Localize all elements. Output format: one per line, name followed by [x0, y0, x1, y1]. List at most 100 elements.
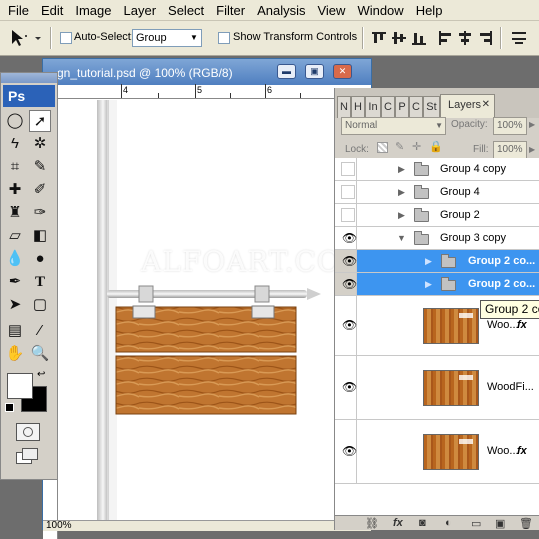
adjustment-layer-icon[interactable]: ◐ — [445, 517, 452, 529]
minimize-button[interactable]: ▬ — [277, 64, 296, 79]
tab-character[interactable]: C — [409, 96, 423, 118]
maximize-button[interactable]: ▣ — [305, 64, 324, 79]
chevron-right-icon[interactable]: ▶ — [529, 120, 535, 129]
chevron-down-icon[interactable]: ▼ — [397, 233, 406, 243]
slice-tool-icon[interactable]: ✎ — [29, 156, 51, 178]
tab-navigator[interactable]: N — [337, 96, 351, 118]
menu-select[interactable]: Select — [162, 0, 210, 21]
opacity-input[interactable]: 100% — [493, 117, 527, 135]
align-hcenter-icon[interactable] — [458, 31, 472, 45]
menu-file[interactable]: File — [2, 0, 35, 21]
lock-transparent-icon[interactable] — [377, 142, 388, 153]
fill-input[interactable]: 100% — [493, 141, 527, 159]
screen-mode-icon[interactable] — [16, 448, 40, 466]
shape-tool-icon[interactable]: ▢ — [29, 294, 51, 316]
align-right-icon[interactable] — [478, 31, 492, 45]
tab-info[interactable]: In — [365, 96, 381, 118]
align-bottom-icon[interactable] — [412, 31, 426, 45]
zoom-tool-icon[interactable]: 🔍 — [29, 343, 51, 365]
new-group-icon[interactable]: ▭ — [471, 517, 481, 530]
eye-icon[interactable]: 👁 — [342, 380, 357, 394]
menu-layer[interactable]: Layer — [118, 0, 163, 21]
align-left-icon[interactable] — [438, 31, 452, 45]
gradient-tool-icon[interactable]: ◧ — [29, 225, 51, 247]
quick-mask-icon[interactable] — [16, 423, 40, 441]
layer-row-selected[interactable]: 👁 ▶ Group 2 co... — [335, 273, 539, 296]
brush-tool-icon[interactable]: ✐ — [29, 179, 51, 201]
chevron-right-icon[interactable]: ▶ — [398, 210, 405, 221]
eyedropper-tool-icon[interactable]: ⁄ — [29, 320, 51, 342]
healing-brush-tool-icon[interactable]: ✚ — [4, 179, 26, 201]
layer-effects-fx-icon[interactable]: fx — [517, 319, 527, 331]
layer-row[interactable]: ▶ Group 4 — [335, 181, 539, 204]
layer-row[interactable]: 👁 ▼ Group 3 copy — [335, 227, 539, 250]
lock-pixels-icon[interactable]: ✎ — [395, 140, 404, 153]
menu-analysis[interactable]: Analysis — [251, 0, 311, 21]
add-style-fx-icon[interactable]: fx — [393, 517, 403, 529]
blur-tool-icon[interactable]: 💧 — [4, 248, 26, 270]
hand-tool-icon[interactable]: ✋ — [4, 343, 26, 365]
align-vcenter-icon[interactable] — [392, 31, 406, 45]
distribute-top-icon[interactable] — [512, 31, 526, 45]
foreground-color-swatch[interactable] — [7, 373, 33, 399]
layer-row-selected[interactable]: 👁 ▶ Group 2 co... — [335, 250, 539, 273]
menu-image[interactable]: Image — [69, 0, 117, 21]
layer-effects-fx-icon[interactable]: fx — [517, 445, 527, 457]
menu-edit[interactable]: Edit — [35, 0, 69, 21]
eye-icon[interactable]: 👁 — [342, 318, 357, 332]
tab-color[interactable]: C — [381, 96, 395, 118]
clone-stamp-tool-icon[interactable]: ♜ — [4, 202, 26, 224]
chevron-right-icon[interactable]: ▶ — [425, 256, 432, 267]
eye-icon[interactable]: 👁 — [342, 254, 357, 268]
chevron-right-icon[interactable]: ▶ — [398, 164, 405, 175]
zoom-level[interactable]: 100% — [46, 520, 72, 531]
swap-colors-icon[interactable]: ↩ — [37, 369, 45, 380]
show-transform-checkbox[interactable] — [218, 32, 230, 44]
tab-paragraph[interactable]: P — [395, 96, 409, 118]
align-top-icon[interactable] — [372, 31, 386, 45]
close-icon[interactable]: ✕ — [482, 95, 490, 115]
move-tool-icon[interactable]: ➚ — [29, 110, 51, 132]
tools-panel-header[interactable] — [1, 73, 57, 83]
eye-icon[interactable]: 👁 — [342, 444, 357, 458]
close-button[interactable]: ✕ — [333, 64, 352, 79]
tab-layers[interactable]: Layers ✕ — [440, 94, 495, 118]
layer-row[interactable]: ▶ Group 2 — [335, 204, 539, 227]
menu-filter[interactable]: Filter — [210, 0, 251, 21]
auto-select-dropdown[interactable]: Group ▼ — [132, 29, 202, 47]
type-tool-icon[interactable]: T — [29, 271, 51, 293]
default-colors-icon[interactable] — [5, 403, 14, 412]
path-selection-tool-icon[interactable]: ➤ — [4, 294, 26, 316]
eye-icon[interactable]: 👁 — [342, 231, 357, 245]
magic-wand-tool-icon[interactable]: ✲ — [29, 133, 51, 155]
chevron-right-icon[interactable]: ▶ — [529, 145, 535, 154]
new-layer-icon[interactable]: ▣ — [495, 517, 505, 530]
move-tool-preset-icon[interactable] — [8, 27, 42, 49]
history-brush-tool-icon[interactable]: ✑ — [29, 202, 51, 224]
lock-all-icon[interactable]: 🔒 — [429, 140, 443, 153]
blend-mode-dropdown[interactable]: Normal ▼ — [341, 117, 446, 135]
visibility-toggle[interactable] — [341, 208, 355, 222]
marquee-tool-icon[interactable]: ◯ — [4, 110, 26, 132]
add-mask-icon[interactable]: ◙ — [419, 517, 426, 529]
layer-row[interactable]: ▶ Group 4 copy — [335, 158, 539, 181]
dodge-tool-icon[interactable]: ● — [29, 248, 51, 270]
document-titlebar[interactable]: gn_tutorial.psd @ 100% (RGB/8) ▬ ▣ ✕ — [43, 59, 371, 85]
link-layers-icon[interactable]: ⛓ — [365, 517, 379, 530]
chevron-right-icon[interactable]: ▶ — [398, 187, 405, 198]
crop-tool-icon[interactable]: ⌗ — [4, 156, 26, 178]
auto-select-checkbox[interactable] — [60, 32, 72, 44]
layer-row[interactable]: 👁 WoodFi... — [335, 356, 539, 420]
chevron-right-icon[interactable]: ▶ — [425, 279, 432, 290]
delete-layer-icon[interactable]: 🗑 — [519, 517, 533, 530]
eye-icon[interactable]: 👁 — [342, 277, 357, 291]
pen-tool-icon[interactable]: ✒ — [4, 271, 26, 293]
menu-window[interactable]: Window — [351, 0, 409, 21]
menu-help[interactable]: Help — [410, 0, 449, 21]
lock-position-icon[interactable]: ✛ — [412, 140, 421, 153]
layer-row[interactable]: 👁 Woo... fx — [335, 420, 539, 484]
visibility-toggle[interactable] — [341, 162, 355, 176]
tab-histogram[interactable]: H — [351, 96, 365, 118]
tab-styles[interactable]: St — [423, 96, 440, 118]
lasso-tool-icon[interactable]: ϟ — [4, 133, 26, 155]
